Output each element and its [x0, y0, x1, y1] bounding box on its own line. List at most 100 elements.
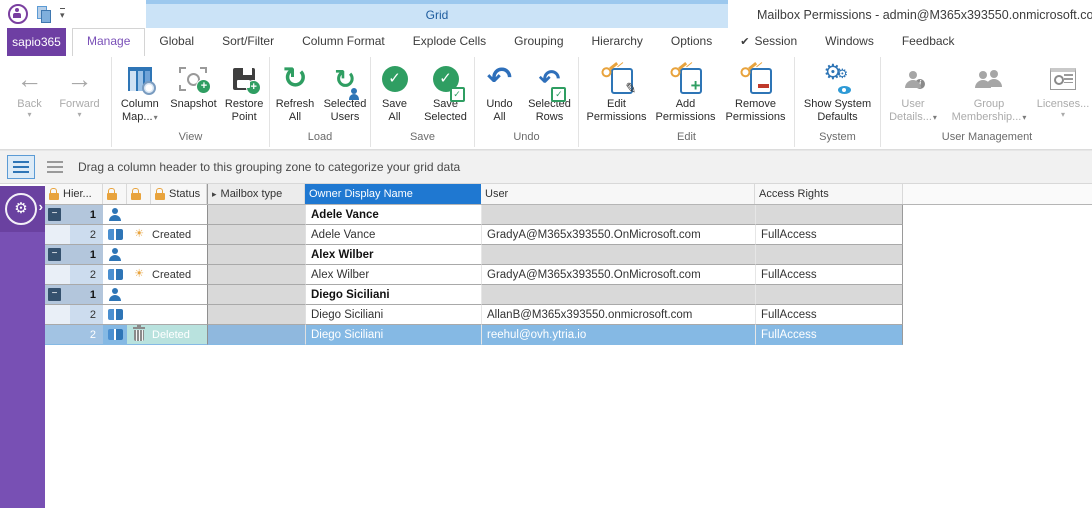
- restore-point-button[interactable]: + RestorePoint: [219, 57, 269, 123]
- pencil-icon: ✎: [624, 79, 638, 97]
- flat-list-icon: [47, 161, 63, 173]
- column-map-icon: [128, 67, 152, 91]
- settings-sync-icon[interactable]: ⚙: [5, 193, 37, 225]
- plus-icon: +: [691, 78, 701, 94]
- flat-view-button[interactable]: [41, 155, 69, 179]
- restore-point-icon: +: [233, 68, 255, 90]
- person-icon: [109, 208, 121, 221]
- table-row-group[interactable]: −1 Diego Siciliani: [45, 285, 1092, 305]
- ribbon-group-navigation: ← Back ▾ → Forward ▾: [0, 57, 112, 147]
- remove-permissions-button[interactable]: RemovePermissions: [720, 57, 792, 123]
- refresh-all-button[interactable]: ↻ RefreshAll: [270, 57, 320, 123]
- snapshot-button[interactable]: + Snapshot: [168, 57, 220, 111]
- forward-button[interactable]: → Forward ▾: [54, 57, 106, 119]
- forward-icon: →: [67, 66, 93, 92]
- header-access-rights[interactable]: Access Rights: [755, 184, 903, 204]
- header-user[interactable]: User: [481, 184, 755, 204]
- ribbon-group-save: ✓ SaveAll ✓✓ SaveSelected Save: [371, 57, 475, 147]
- back-icon: ←: [17, 66, 43, 92]
- user-details-icon: i: [904, 71, 922, 88]
- deleted-icon: [134, 330, 144, 341]
- access-rights-cell: FullAccess: [755, 225, 903, 245]
- sidebar: ⚙ ›: [0, 186, 45, 508]
- header-hierarchy[interactable]: Hier...: [45, 184, 103, 204]
- status-icon-cell: [127, 325, 151, 345]
- tab-column-format[interactable]: Column Format: [288, 28, 399, 55]
- lock-icon: [49, 188, 59, 200]
- status-icon-cell: [127, 205, 151, 225]
- header-status[interactable]: Status: [151, 184, 207, 204]
- qat-dropdown-icon[interactable]: ▾: [60, 8, 65, 20]
- header-locked-2[interactable]: [127, 184, 151, 204]
- tab-manage[interactable]: Manage: [72, 28, 145, 56]
- licenses-button[interactable]: Licenses... ▾: [1033, 57, 1092, 119]
- status-cell: Created: [151, 265, 207, 285]
- user-cell: GradyA@M365x393550.OnMicrosoft.com: [481, 265, 755, 285]
- tab-grouping[interactable]: Grouping: [500, 28, 577, 55]
- created-icon: ☀: [134, 269, 144, 280]
- lock-icon: [131, 188, 141, 200]
- table-row-selected[interactable]: 2 Deleted Diego Siciliani reehul@ovh.ytr…: [45, 325, 1092, 345]
- owner-cell: Diego Siciliani: [305, 325, 481, 345]
- row-type-cell: [103, 305, 127, 325]
- ribbon: ← Back ▾ → Forward ▾ Column Map...▾: [0, 56, 1092, 150]
- collapse-button[interactable]: −: [48, 288, 61, 301]
- undo-selected-rows-button[interactable]: ↶✓ SelectedRows: [523, 57, 577, 123]
- table-row-group[interactable]: −1 Alex Wilber: [45, 245, 1092, 265]
- mailbox-type-cell: [207, 325, 305, 345]
- header-mailbox-type[interactable]: ▸Mailbox type: [207, 184, 305, 204]
- group-membership-button[interactable]: Group Membership...▾: [945, 57, 1033, 124]
- filler-cell: [903, 305, 1092, 325]
- owner-cell: Diego Siciliani: [305, 305, 481, 325]
- add-permissions-button[interactable]: + AddPermissions: [652, 57, 720, 123]
- group-membership-icon: [974, 70, 1004, 88]
- collapse-button[interactable]: −: [48, 248, 61, 261]
- tab-explode-cells[interactable]: Explode Cells: [399, 28, 500, 55]
- user-cell: GradyA@M365x393550.OnMicrosoft.com: [481, 225, 755, 245]
- undo-all-button[interactable]: ↶ UndoAll: [477, 57, 523, 123]
- status-icon-cell: ☀: [127, 265, 151, 285]
- refresh-selected-users-button[interactable]: ↻ SelectedUsers: [320, 57, 370, 123]
- ribbon-group-system: ⚙⚙ Show SystemDefaults System: [795, 57, 881, 147]
- hierarchy-cell: 2: [45, 225, 103, 245]
- tab-sort-filter[interactable]: Sort/Filter: [208, 28, 288, 55]
- filler-cell: [903, 325, 1092, 345]
- tab-options[interactable]: Options: [657, 28, 726, 55]
- back-button[interactable]: ← Back ▾: [6, 57, 54, 119]
- tab-sapio365[interactable]: sapio365: [7, 28, 66, 56]
- save-all-button[interactable]: ✓ SaveAll: [372, 57, 418, 123]
- edit-permissions-button[interactable]: ✎ EditPermissions: [582, 57, 652, 123]
- eye-icon: [838, 86, 851, 94]
- tab-windows[interactable]: Windows: [811, 28, 888, 55]
- group-view-button[interactable]: [7, 155, 35, 179]
- chevron-right-icon[interactable]: ›: [39, 199, 43, 214]
- table-row-group[interactable]: −1 Adele Vance: [45, 205, 1092, 225]
- column-map-button[interactable]: Column Map...▾: [112, 57, 168, 124]
- ribbon-group-edit: ✎ EditPermissions + AddPermissions Remov…: [579, 57, 795, 147]
- status-cell: Deleted: [151, 325, 207, 345]
- sidebar-top: ⚙ ›: [0, 186, 45, 232]
- tab-hierarchy[interactable]: Hierarchy: [578, 28, 657, 55]
- tab-session[interactable]: ✔Session: [726, 28, 811, 55]
- save-selected-button[interactable]: ✓✓ SaveSelected: [418, 57, 474, 123]
- save-check-icon: ✓: [382, 66, 408, 92]
- collapse-button[interactable]: −: [48, 208, 61, 221]
- user-cell: AllanB@M365x393550.onmicrosoft.com: [481, 305, 755, 325]
- table-row[interactable]: 2 Diego Siciliani AllanB@M365x393550.onm…: [45, 305, 1092, 325]
- show-system-defaults-button[interactable]: ⚙⚙ Show SystemDefaults: [796, 57, 880, 123]
- ribbon-tab-row: sapio365 Manage Global Sort/Filter Colum…: [0, 28, 1092, 56]
- user-details-button[interactable]: i User Details...▾: [881, 57, 945, 124]
- cascade-windows-icon[interactable]: [37, 6, 51, 22]
- contact-card-icon: [108, 309, 123, 320]
- lock-icon: [107, 188, 117, 200]
- header-owner-display-name[interactable]: Owner Display Name: [305, 184, 481, 204]
- row-type-cell: [103, 285, 127, 305]
- table-row[interactable]: 2 ☀ Created Alex Wilber GradyA@M365x3935…: [45, 265, 1092, 285]
- tab-global[interactable]: Global: [145, 28, 208, 55]
- grid-header-row: Hier... Status ▸Mailbox type Owner Displ…: [45, 184, 1092, 205]
- header-locked-1[interactable]: [103, 184, 127, 204]
- table-row[interactable]: 2 ☀ Created Adele Vance GradyA@M365x3935…: [45, 225, 1092, 245]
- owner-cell: Alex Wilber: [305, 245, 481, 265]
- status-cell: [151, 305, 207, 325]
- tab-feedback[interactable]: Feedback: [888, 28, 969, 55]
